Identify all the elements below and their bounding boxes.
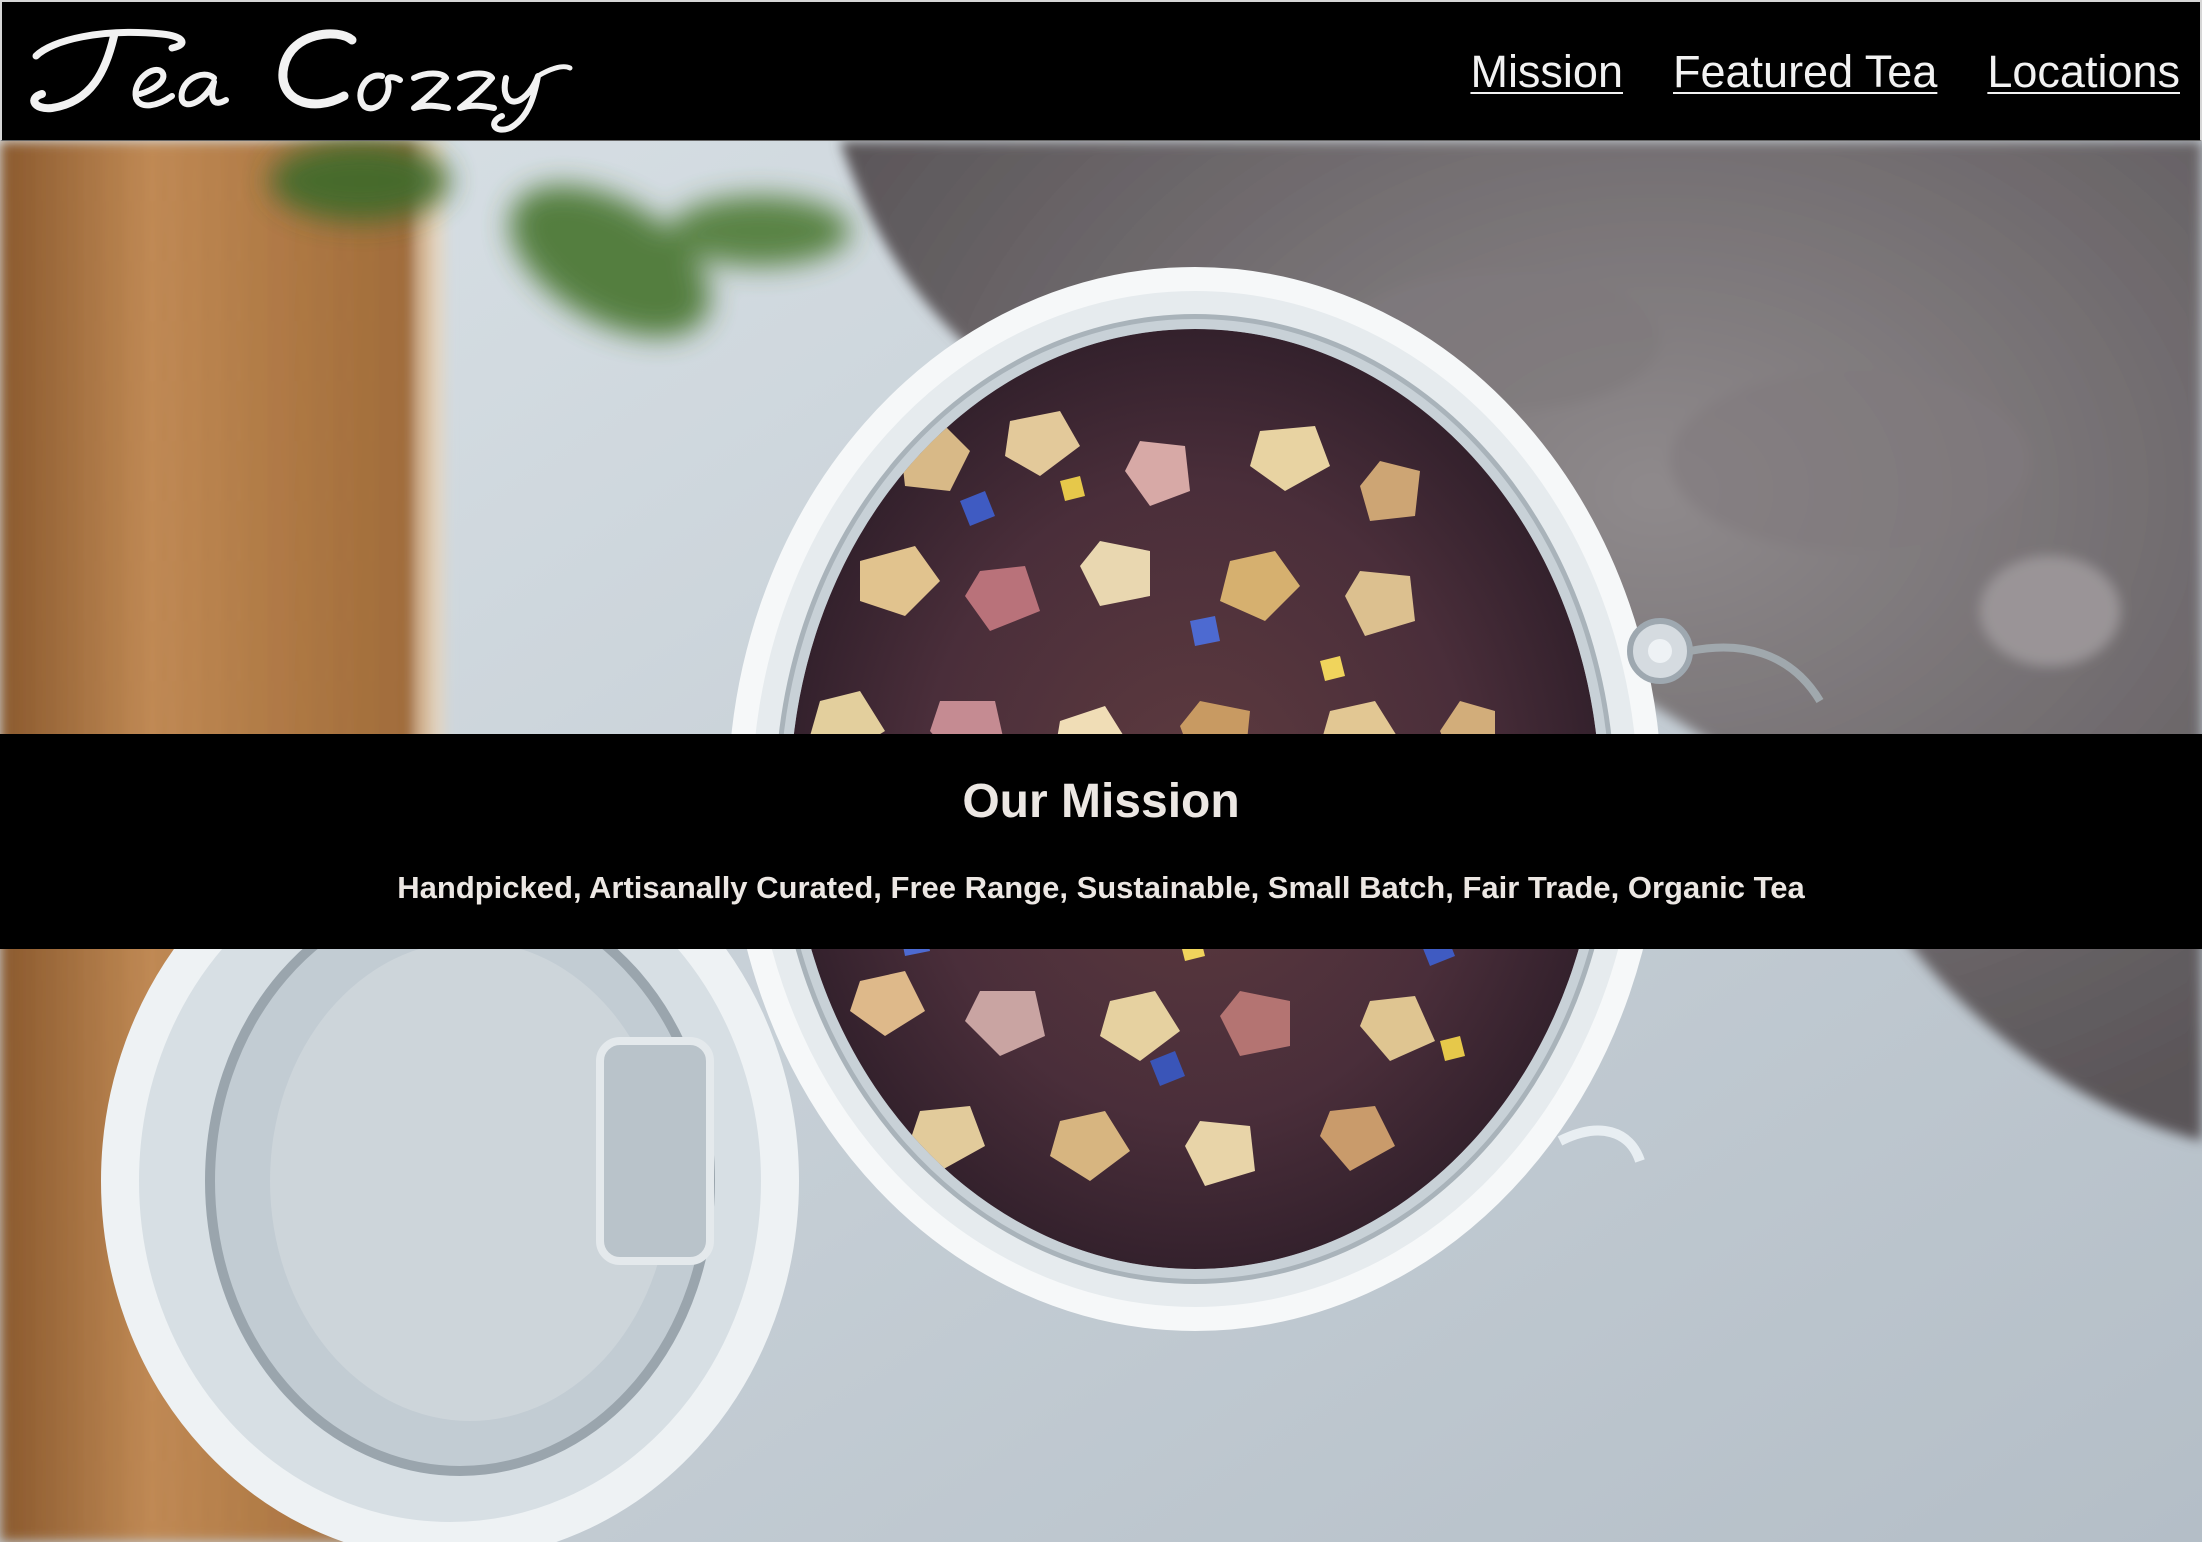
mission-section: Our Mission Handpicked, Artisanally Cura… — [0, 734, 2202, 949]
mission-title: Our Mission — [962, 775, 1240, 828]
logo[interactable] — [22, 10, 582, 136]
nav-link-locations[interactable]: Locations — [1987, 46, 2180, 98]
site-header: Mission Featured Tea Locations — [0, 0, 2202, 141]
nav-link-featured-tea[interactable]: Featured Tea — [1673, 46, 1937, 98]
main-nav: Mission Featured Tea Locations — [1470, 46, 2180, 98]
mission-tagline: Handpicked, Artisanally Curated, Free Ra… — [397, 870, 1805, 905]
nav-link-mission[interactable]: Mission — [1470, 46, 1623, 98]
